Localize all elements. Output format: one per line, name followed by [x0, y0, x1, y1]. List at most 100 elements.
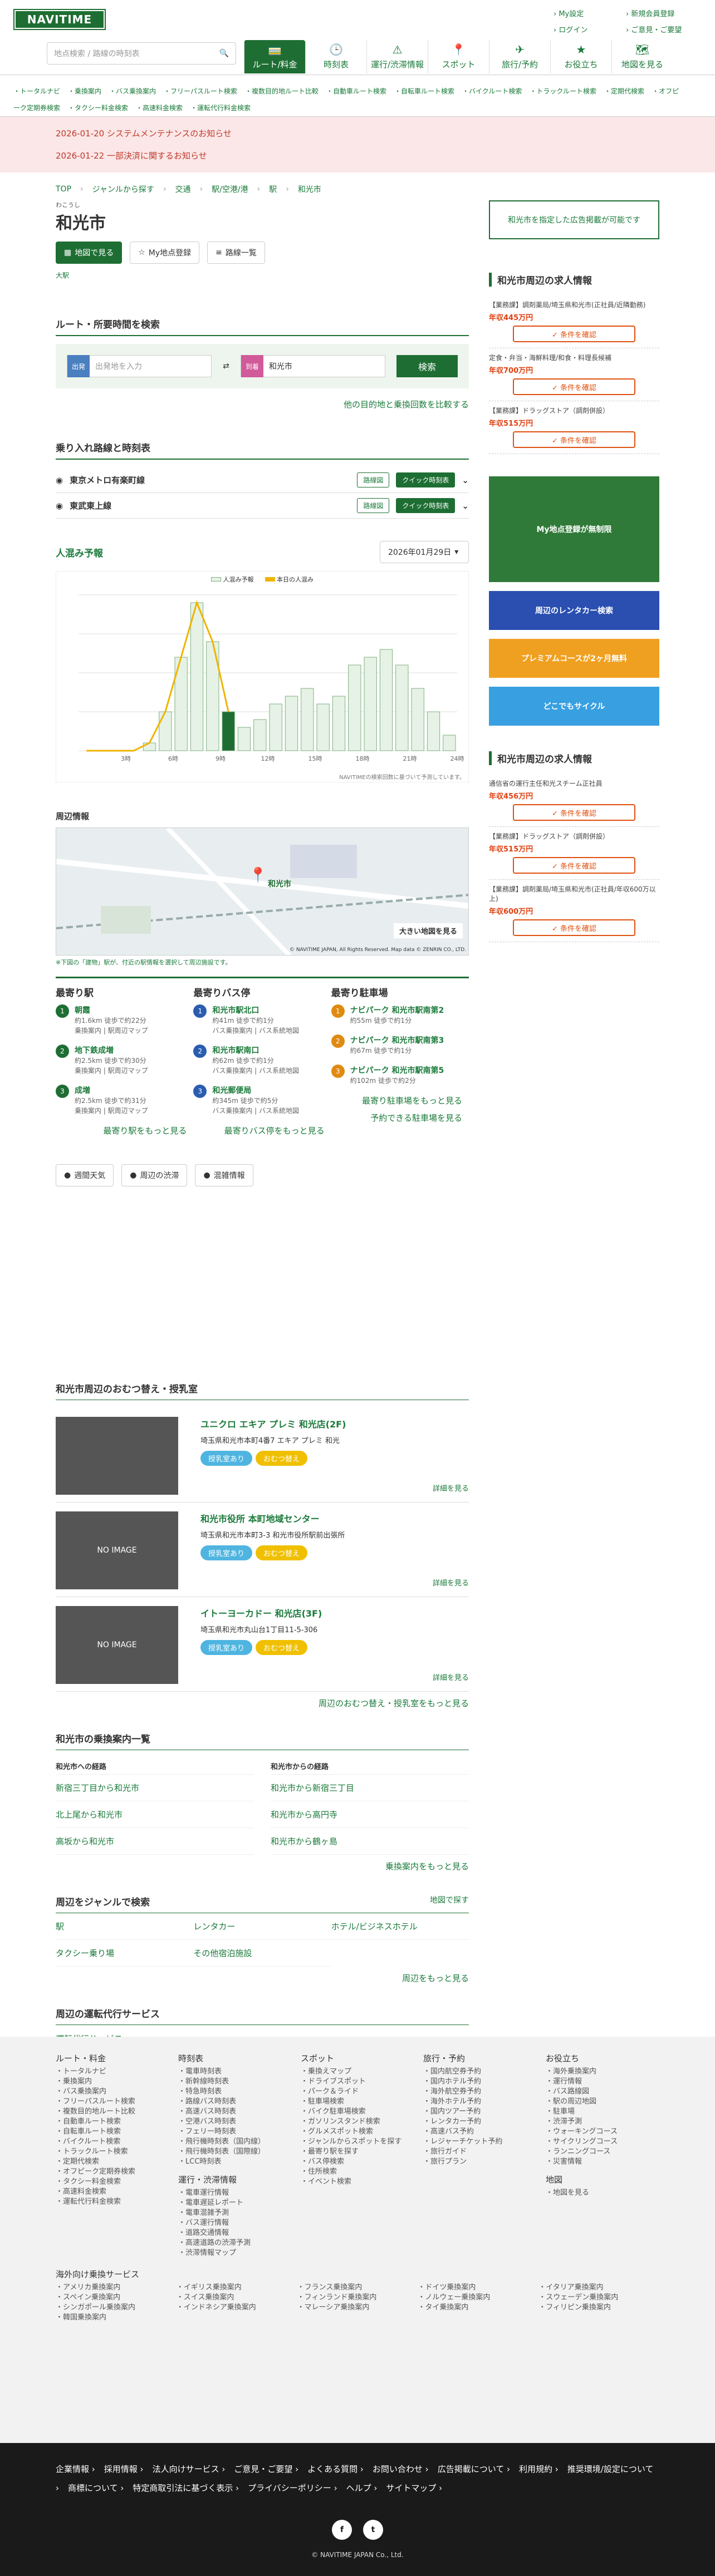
footer-link[interactable]: ・渋滞情報マップ: [178, 2248, 290, 2258]
footer-link[interactable]: ・路線バス時刻表: [178, 2097, 290, 2107]
nearby-more-link-2[interactable]: 予約できる駐車場を見る: [331, 1112, 462, 1124]
map-pin-icon[interactable]: 📍: [249, 867, 267, 884]
genre-item[interactable]: ホテル/ビジネスホテル: [331, 1913, 469, 1940]
transfer-to-item[interactable]: 高坂から和光市: [56, 1828, 254, 1855]
job-title[interactable]: 【業務課】調剤薬局/埼玉県和光市(正社員/年収600万以上): [489, 884, 659, 903]
footer-link[interactable]: ・地図を見る: [546, 2188, 657, 2198]
subnav-item-12[interactable]: ・高速料金検索: [136, 104, 183, 112]
nearby-name[interactable]: 成増: [75, 1085, 148, 1096]
footer-link[interactable]: ・レンタカー予約: [423, 2117, 535, 2127]
info-button-2[interactable]: ● 混雑情報: [195, 1164, 253, 1186]
footer-overseas-link[interactable]: ・イタリア乗換案内: [538, 2283, 659, 2293]
footer-bottom-link[interactable]: よくある質問 ›: [307, 2464, 364, 2474]
area-map[interactable]: 📍 和光市 大きい地図を見る © NAVITIME JAPAN, All Rig…: [56, 828, 469, 955]
footer-link[interactable]: ・道路交通情報: [178, 2228, 290, 2238]
footer-overseas-link[interactable]: ・インドネシア乗換案内: [177, 2303, 297, 2313]
footer-bottom-link[interactable]: 広告掲載について ›: [438, 2464, 510, 2474]
genre-map-link[interactable]: 地図で探す: [430, 1894, 469, 1908]
footer-bottom-link[interactable]: プライバシーポリシー ›: [248, 2483, 337, 2493]
job-title[interactable]: 【業務課】調剤薬局/埼玉県和光市(正社員/近隣勤務): [489, 300, 659, 309]
nearby-item[interactable]: 1 ナビパーク 和光市駅南第2 約55m 徒歩で約1分: [331, 1004, 462, 1026]
footer-link[interactable]: ・レジャーチケット予約: [423, 2137, 535, 2147]
footer-link[interactable]: ・ドライブスポット: [301, 2077, 412, 2087]
nearby-name[interactable]: 朝霞: [75, 1004, 148, 1016]
nearby-item[interactable]: 3 成増 約2.5km 徒歩で約31分 乗換案内 | 駅周辺マップ: [56, 1085, 187, 1116]
footer-link[interactable]: ・高速バス時刻表: [178, 2107, 290, 2117]
crowd-date-select[interactable]: 2026年01月29日 ▾: [380, 541, 469, 563]
nearby-item[interactable]: 1 和光市駅北口 約41m 徒歩で約1分 バス乗換案内 | バス系統地図: [193, 1004, 324, 1036]
nearby-name[interactable]: ナビパーク 和光市駅南第5: [350, 1065, 444, 1076]
nav-item-1[interactable]: 🕒 時刻表: [305, 40, 366, 73]
subnav-item-8[interactable]: ・トラックルート検索: [530, 87, 596, 95]
footer-link[interactable]: ・高速道路の渋滞予測: [178, 2238, 290, 2248]
line-row[interactable]: ◉ 東武東上線 路線図 クイック時刻表 ⌄: [56, 493, 469, 519]
twitter-icon[interactable]: t: [363, 2520, 383, 2540]
footer-overseas-link[interactable]: ・ドイツ乗換案内: [418, 2283, 538, 2293]
to-input[interactable]: 到着 和光市: [240, 355, 386, 377]
notice-item-0[interactable]: 2026-01-20 システムメンテナンスのお知らせ: [56, 122, 659, 145]
footer-bottom-link[interactable]: ご意見・ご要望 ›: [234, 2464, 298, 2474]
footer-link[interactable]: ・国内ツアー予約: [423, 2107, 535, 2117]
job-title[interactable]: 定食・弁当・海鮮料理/和食・料理長候補: [489, 353, 659, 362]
footer-bottom-link[interactable]: お問い合わせ ›: [373, 2464, 429, 2474]
footer-link[interactable]: ・電車遅延レポート: [178, 2198, 290, 2208]
ad-placement-box[interactable]: 和光市を指定した広告掲載が可能です: [489, 200, 659, 239]
footer-link[interactable]: ・高速料金検索: [56, 2187, 167, 2197]
footer-link[interactable]: ・タクシー料金検索: [56, 2177, 167, 2187]
footer-link[interactable]: ・駐車場: [546, 2107, 657, 2117]
footer-bottom-link[interactable]: 企業情報 ›: [56, 2464, 95, 2474]
footer-link[interactable]: ・サイクリングコース: [546, 2137, 657, 2147]
footer-link[interactable]: ・定期代検索: [56, 2157, 167, 2167]
genre-item[interactable]: 駅: [56, 1913, 194, 1940]
footer-link[interactable]: ・自転車ルート検索: [56, 2127, 167, 2137]
line-row[interactable]: ◉ 東京メトロ有楽町線 路線図 クイック時刻表 ⌄: [56, 467, 469, 493]
footer-link[interactable]: ・駅の周辺地図: [546, 2097, 657, 2107]
nearby-item[interactable]: 3 和光郵便局 約345m 徒歩で約5分 バス乗換案内 | バス系統地図: [193, 1085, 324, 1116]
footer-overseas-link[interactable]: ・フランス乗換案内: [297, 2283, 418, 2293]
footer-link[interactable]: ・バス運行情報: [178, 2218, 290, 2228]
footer-link[interactable]: ・電車運行情報: [178, 2188, 290, 2198]
footer-overseas-link[interactable]: ・イギリス乗換案内: [177, 2283, 297, 2293]
top-link-1[interactable]: › 新規会員登録: [626, 8, 693, 18]
nearby-item[interactable]: 2 地下鉄成増 約2.5km 徒歩で約30分 乗換案内 | 駅周辺マップ: [56, 1045, 187, 1076]
footer-link[interactable]: ・飛行機時刻表（国際線）: [178, 2147, 290, 2157]
job-cta-button[interactable]: ✓ 条件を確認: [513, 804, 635, 821]
breadcrumb-item-2[interactable]: 交通: [175, 184, 191, 195]
footer-link[interactable]: ・国内ホテル予約: [423, 2077, 535, 2087]
subnav-item-13[interactable]: ・運転代行料金検索: [190, 104, 251, 112]
footer-link[interactable]: ・バス路線図: [546, 2087, 657, 2097]
footer-link[interactable]: ・駐車場検索: [301, 2097, 412, 2107]
nursing-name[interactable]: ユニクロ エキア プレミ 和光店(2F): [200, 1417, 469, 1430]
line-map-button[interactable]: 路線図: [357, 498, 390, 513]
footer-link[interactable]: ・イベント検索: [301, 2177, 412, 2187]
footer-bottom-link[interactable]: サイトマップ ›: [386, 2483, 442, 2493]
map-view-button[interactable]: ▦ 地図で見る: [56, 242, 123, 264]
nav-item-4[interactable]: ✈ 旅行/予約: [489, 40, 550, 73]
footer-overseas-link[interactable]: ・シンガポール乗換案内: [56, 2303, 177, 2313]
nursing-name[interactable]: 和光市役所 本町地域センター: [200, 1511, 469, 1525]
job-title[interactable]: 【業務課】ドラッグストア（調剤併設）: [489, 831, 659, 841]
transfer-from-item[interactable]: 和光市から鶴ヶ島: [271, 1828, 469, 1855]
quick-timetable-button[interactable]: クイック時刻表: [396, 498, 456, 513]
quick-timetable-button[interactable]: クイック時刻表: [396, 472, 456, 487]
footer-link[interactable]: ・運転代行料金検索: [56, 2197, 167, 2207]
footer-link[interactable]: ・乗換案内: [56, 2077, 167, 2087]
footer-overseas-link[interactable]: ・タイ乗換案内: [418, 2303, 538, 2313]
nav-item-3[interactable]: 📍 スポット: [428, 40, 489, 73]
nearby-more-link[interactable]: 最寄り駐車場をもっと見る: [331, 1095, 462, 1106]
chevron-down-icon[interactable]: ⌄: [462, 475, 469, 485]
nursing-detail-link[interactable]: 詳細を見る: [200, 1672, 469, 1682]
nearby-name[interactable]: 和光郵便局: [212, 1085, 299, 1096]
info-button-0[interactable]: ● 週間天気: [56, 1164, 114, 1186]
footer-bottom-link[interactable]: 法人向けサービス ›: [153, 2464, 226, 2474]
footer-link[interactable]: ・海外乗換案内: [546, 2067, 657, 2077]
info-button-1[interactable]: ● 周辺の渋滞: [121, 1164, 188, 1186]
nav-item-2[interactable]: ⚠ 運行/渋滞情報: [366, 40, 428, 73]
footer-link[interactable]: ・複数目的地ルート比較: [56, 2107, 167, 2117]
transfer-to-item[interactable]: 新宿三丁目から和光市: [56, 1775, 254, 1801]
side-banner-3[interactable]: どこでもサイクル: [489, 687, 659, 726]
breadcrumb-item-4[interactable]: 駅: [269, 184, 277, 195]
footer-bottom-link[interactable]: 商標について ›: [68, 2483, 124, 2493]
breadcrumb-item-1[interactable]: ジャンルから探す: [92, 184, 154, 195]
compare-link[interactable]: 他の目的地と乗換回数を比較する: [56, 398, 469, 410]
